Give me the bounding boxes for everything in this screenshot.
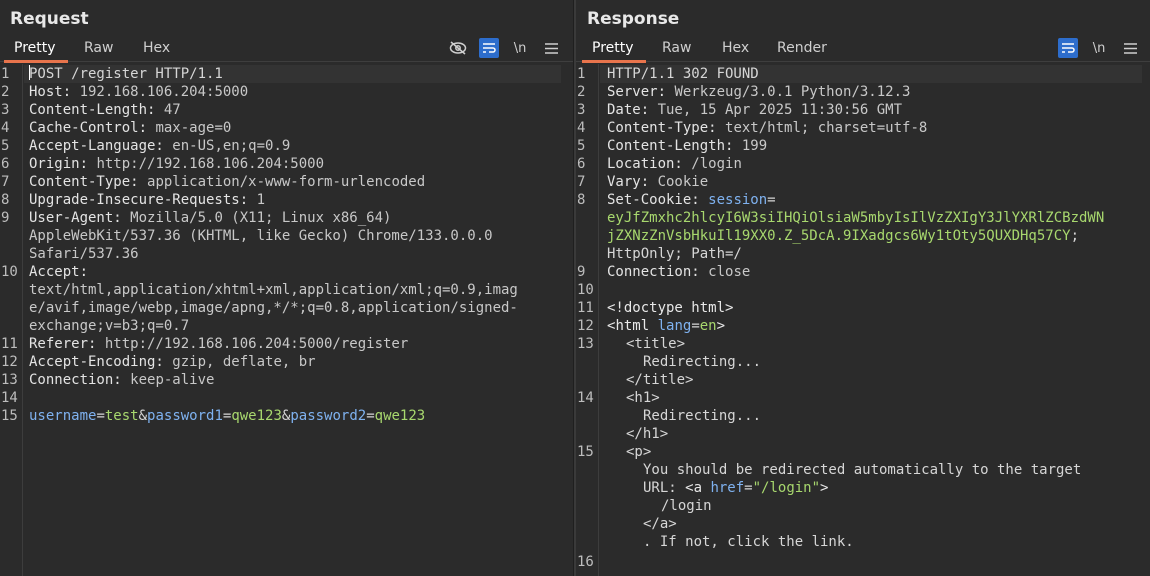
tab-hex[interactable]: Hex — [143, 40, 170, 56]
request-title: Request — [10, 9, 89, 29]
tab-pretty[interactable]: Pretty — [582, 40, 645, 63]
request-editor[interactable]: 1 POST /register HTTP/1.1 2 Host: 192.168.… — [0, 64, 573, 576]
wrap-icon[interactable] — [1058, 38, 1078, 58]
menu-icon[interactable] — [541, 38, 561, 58]
tab-render[interactable]: Render — [777, 40, 827, 56]
response-title: Response — [587, 9, 680, 29]
tab-raw[interactable]: Raw — [662, 40, 691, 56]
response-tabs: Pretty Raw Hex Render \n — [576, 36, 1150, 63]
tab-raw[interactable]: Raw — [84, 40, 113, 56]
tab-pretty[interactable]: Pretty — [4, 40, 67, 63]
newline-toggle[interactable]: \n — [510, 38, 530, 58]
response-pane: Response Pretty Raw Hex Render \n 1 HTTP/… — [576, 0, 1150, 576]
request-pane: Request Pretty Raw Hex \n 1 POST /registe… — [0, 0, 573, 576]
request-tabs: Pretty Raw Hex \n — [0, 36, 573, 63]
tab-hex[interactable]: Hex — [722, 40, 749, 56]
menu-icon[interactable] — [1120, 38, 1140, 58]
cookie-value: eyJfZmxhc2hlcyI6W3siIHQiOlsiaW5mbyIsIlVz… — [607, 210, 1105, 226]
newline-toggle[interactable]: \n — [1089, 38, 1109, 58]
hide-icon[interactable] — [448, 38, 468, 58]
wrap-icon[interactable] — [479, 38, 499, 58]
response-editor[interactable]: 1 HTTP/1.1 302 FOUND 2 Server: Werkzeug/3.… — [576, 64, 1150, 576]
